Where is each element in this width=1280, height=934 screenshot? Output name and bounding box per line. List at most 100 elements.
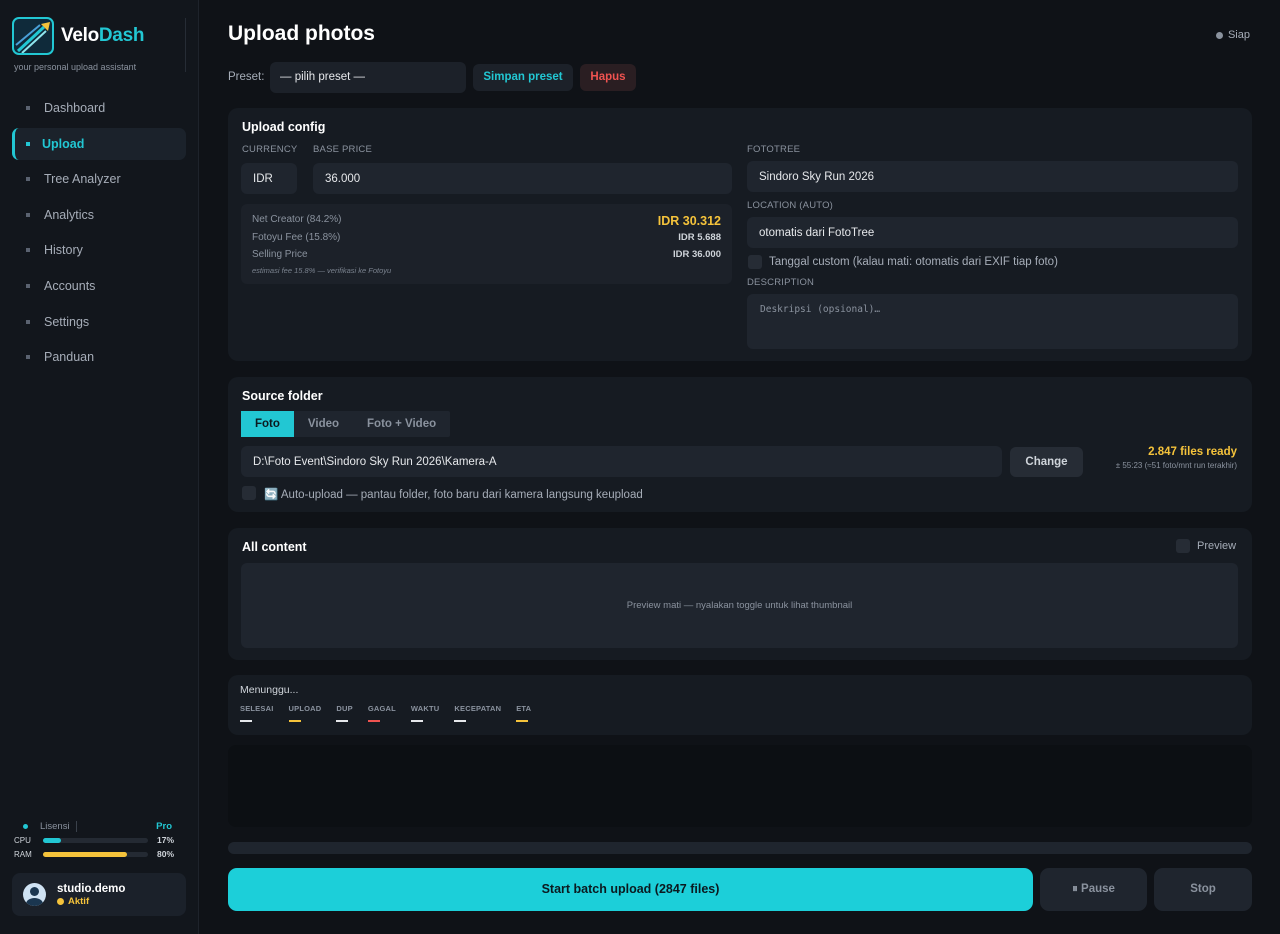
tab-foto[interactable]: Foto bbox=[241, 411, 294, 437]
custom-date-checkbox[interactable] bbox=[748, 255, 762, 269]
base-price-label: BASE PRICE bbox=[313, 144, 373, 155]
stop-button[interactable]: Stop bbox=[1154, 868, 1252, 911]
folder-path-input[interactable]: D:\Foto Event\Sindoro Sky Run 2026\Kamer… bbox=[241, 446, 1002, 477]
divider bbox=[75, 820, 77, 832]
preset-label: Preset: bbox=[228, 71, 265, 83]
status-badge: Siap bbox=[1215, 29, 1250, 41]
fototree-label: FOTOTREE bbox=[747, 144, 801, 155]
all-content-title: All content bbox=[242, 540, 307, 554]
base-price-input[interactable]: 36.000 bbox=[313, 163, 732, 194]
description-label: DESCRIPTION bbox=[747, 277, 815, 288]
sidebar-item-label: Analytics bbox=[44, 207, 95, 222]
sidebar-item-label: Settings bbox=[44, 314, 90, 329]
bullet-icon bbox=[26, 106, 30, 110]
bullet-icon bbox=[26, 177, 30, 182]
source-folder-title: Source folder bbox=[242, 389, 323, 403]
delete-preset-button[interactable]: Hapus bbox=[580, 64, 636, 91]
sidebar-item-dashboard[interactable]: Dashboard bbox=[12, 92, 186, 124]
start-batch-upload-button[interactable]: Start batch upload (2847 files) bbox=[228, 868, 1033, 911]
stat-upload: UPLOAD bbox=[288, 704, 322, 722]
eta-note: ± 55:23 (≈51 foto/mnt run terakhir) bbox=[1115, 461, 1237, 470]
files-ready-count: 2.847 files ready bbox=[1148, 446, 1237, 458]
tab-foto-video[interactable]: Foto + Video bbox=[353, 411, 450, 437]
status-dot-icon bbox=[57, 897, 64, 905]
stat-bar bbox=[367, 720, 380, 722]
location-field[interactable]: otomatis dari FotoTree bbox=[747, 217, 1238, 248]
pause-button[interactable]: ⏸ Pause bbox=[1040, 868, 1147, 911]
tab-video[interactable]: Video bbox=[294, 411, 353, 437]
sidebar-item-label: Accounts bbox=[44, 278, 96, 293]
logo[interactable]: VeloDash bbox=[12, 17, 144, 55]
stat-gagal: GAGAL bbox=[367, 704, 396, 722]
stat-selesai: SELESAI bbox=[240, 704, 274, 722]
tagline: your personal upload assistant bbox=[14, 62, 137, 72]
progress-status: Menunggu... bbox=[240, 684, 299, 696]
bullet-icon bbox=[26, 141, 30, 146]
sidebar-item-accounts[interactable]: Accounts bbox=[12, 270, 186, 302]
fee-row: Fotoyu Fee (15.8%) IDR 5.688 bbox=[252, 232, 721, 243]
ram-label: RAM bbox=[14, 849, 32, 859]
sidebar-item-history[interactable]: History bbox=[12, 234, 186, 266]
bullet-icon bbox=[26, 355, 30, 360]
sidebar-item-settings[interactable]: Settings bbox=[12, 306, 186, 338]
cpu-value: 17% bbox=[156, 835, 174, 845]
selling-label: Selling Price bbox=[252, 249, 308, 260]
page-title: Upload photos bbox=[228, 22, 375, 45]
change-folder-button[interactable]: Change bbox=[1010, 447, 1083, 477]
stat-bar bbox=[288, 720, 301, 722]
fee-note: estimasi fee 15.8% — verifikasi ke Fotoy… bbox=[252, 266, 392, 275]
upload-progress-bar bbox=[228, 842, 1252, 854]
ram-meter: RAM 80% bbox=[14, 847, 174, 861]
user-card[interactable]: studio.demo Aktif bbox=[12, 873, 186, 916]
preview-toggle[interactable] bbox=[1176, 539, 1190, 553]
bullet-icon bbox=[26, 248, 30, 253]
ram-fill bbox=[43, 851, 127, 857]
fototree-select[interactable]: Sindoro Sky Run 2026 bbox=[747, 161, 1238, 192]
net-creator-label: Net Creator (84.2%) bbox=[252, 214, 342, 225]
ram-value: 80% bbox=[156, 849, 174, 859]
user-info: studio.demo Aktif bbox=[57, 883, 125, 907]
sidebar-item-upload[interactable]: Upload bbox=[12, 127, 186, 160]
save-preset-button[interactable]: Simpan preset bbox=[473, 64, 573, 91]
net-creator-row: Net Creator (84.2%) IDR 30.312 bbox=[252, 214, 721, 228]
progress-stats: SELESAI UPLOAD DUP GAGAL WAKTU KECEPATAN… bbox=[240, 704, 546, 722]
sidebar-item-panduan[interactable]: Panduan bbox=[12, 341, 186, 373]
license-dot-icon bbox=[23, 823, 28, 829]
stat-bar bbox=[516, 720, 529, 722]
files-ready-info: 2.847 files ready ± 55:23 (≈51 foto/mnt … bbox=[1116, 446, 1237, 470]
selling-value: IDR 36.000 bbox=[672, 249, 721, 260]
user-status: Aktif bbox=[57, 896, 125, 907]
sidebar-item-tree-analyzer[interactable]: Tree Analyzer bbox=[12, 163, 186, 195]
currency-field[interactable]: IDR bbox=[241, 163, 297, 194]
user-name: studio.demo bbox=[57, 882, 126, 895]
ram-track bbox=[43, 851, 148, 857]
sidebar: VeloDash your personal upload assistant … bbox=[0, 0, 199, 934]
license-label: Lisensi bbox=[40, 820, 70, 832]
sidebar-item-analytics[interactable]: Analytics bbox=[12, 199, 186, 231]
location-label: LOCATION (AUTO) bbox=[747, 200, 834, 211]
media-type-tabs: Foto Video Foto + Video bbox=[241, 411, 451, 437]
avatar bbox=[23, 883, 46, 906]
bullet-icon bbox=[26, 319, 30, 324]
bullet-icon bbox=[26, 283, 30, 288]
stat-kecepatan: KECEPATAN bbox=[454, 704, 501, 722]
rocket-logo-icon bbox=[12, 17, 54, 55]
bullet-icon bbox=[26, 212, 30, 217]
stat-bar bbox=[240, 720, 252, 722]
license-tier-badge: Pro bbox=[156, 820, 172, 832]
license-panel: Lisensi Pro CPU 17% RAM 80% bbox=[14, 819, 174, 861]
preview-label: Preview bbox=[1197, 540, 1237, 552]
stat-eta: ETA bbox=[516, 704, 531, 722]
cpu-meter: CPU 17% bbox=[14, 833, 174, 847]
sidebar-item-label: History bbox=[44, 243, 83, 258]
selling-row: Selling Price IDR 36.000 bbox=[252, 249, 721, 260]
upload-log-area[interactable] bbox=[228, 745, 1252, 827]
stat-bar bbox=[336, 720, 349, 722]
sidebar-nav: Dashboard Upload Tree Analyzer Analytics… bbox=[12, 92, 186, 377]
status-dot-icon bbox=[1215, 31, 1223, 39]
auto-upload-checkbox[interactable] bbox=[242, 486, 256, 500]
description-textarea[interactable]: Deskripsi (opsional)… bbox=[747, 294, 1238, 349]
stat-dup: DUP bbox=[336, 704, 353, 722]
preset-select[interactable]: — pilih preset — bbox=[270, 62, 466, 93]
cpu-fill bbox=[43, 837, 61, 843]
